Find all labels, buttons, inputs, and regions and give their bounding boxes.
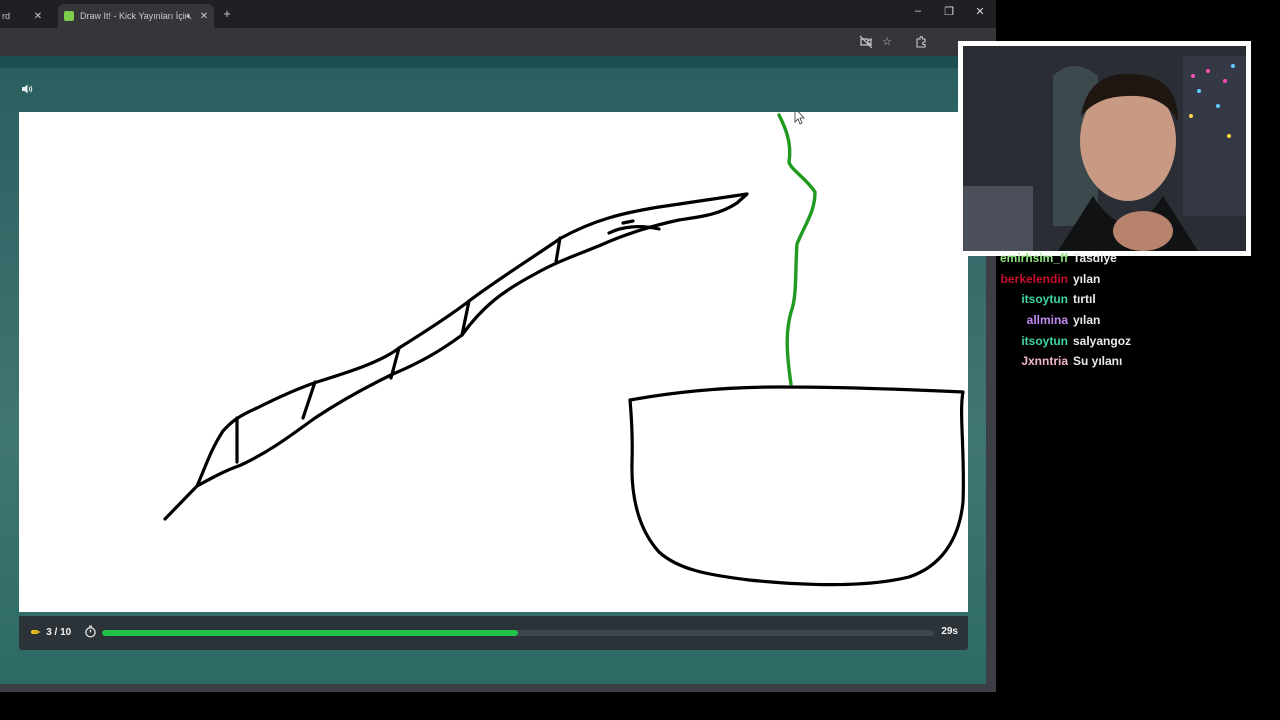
round-label: 3 / 10 — [46, 627, 72, 638]
chat-message: itsoytun salyangoz — [988, 330, 1278, 351]
close-icon[interactable]: ✕ — [32, 11, 44, 22]
camera-off-icon[interactable] — [859, 35, 873, 49]
close-icon[interactable]: ✕ — [198, 11, 210, 22]
round-counter: ✏ 3 / 10 — [31, 626, 71, 639]
chat-username[interactable]: itsoytun — [988, 334, 1068, 348]
browser-window: rd ✕ Draw It! - Kick Yayınları İçin 🔇︎ ✕… — [0, 0, 996, 692]
chat-text: yılan — [1073, 271, 1101, 286]
browser-toolbar: ☆ — [0, 28, 996, 56]
chat-username[interactable]: allmina — [988, 313, 1068, 327]
chat-text: yılan — [1073, 313, 1101, 328]
stopwatch-icon — [83, 625, 97, 639]
timer-fill — [102, 630, 518, 636]
seconds-left: 29s — [941, 626, 958, 637]
tab-title: Draw It! - Kick Yayınları İçin — [80, 11, 187, 21]
screen: rd ✕ Draw It! - Kick Yayınları İçin 🔇︎ ✕… — [0, 0, 1280, 720]
round-progress-bar: ✏ 3 / 10 29s — [19, 616, 968, 650]
chat-message: itsoytun tırtıl — [988, 289, 1278, 310]
chat-text: tırtıl — [1073, 292, 1096, 307]
chat-text: Su yılanı — [1073, 354, 1123, 369]
minimize-button[interactable]: – — [908, 5, 928, 17]
page-header-strip — [0, 56, 986, 68]
drawing-strokes — [163, 112, 966, 587]
pencil-icon: ✏ — [31, 627, 41, 639]
chat-message: allmina yılan — [988, 310, 1278, 331]
new-tab-button[interactable]: + — [220, 6, 234, 21]
cursor-icon — [794, 112, 805, 125]
game-page: ✏ 3 / 10 29s — [0, 56, 986, 684]
chat-panel: emirhsim_ff Tasdiye berkelendin yılan itsoyt… — [988, 248, 1278, 372]
chat-username[interactable]: Jxnntria — [988, 354, 1068, 368]
bookmark-star-icon[interactable]: ☆ — [880, 35, 894, 49]
webcam-feed — [963, 46, 1246, 251]
muted-icon[interactable]: 🔇︎ — [186, 11, 192, 22]
chat-message: Jxnntria Su yılanı — [988, 351, 1278, 372]
favicon-icon — [64, 11, 74, 21]
timer-track — [102, 630, 934, 636]
chat-message: berkelendin yılan — [988, 269, 1278, 290]
chat-username[interactable]: itsoytun — [988, 292, 1068, 306]
chat-text: Tasdiye — [1073, 251, 1117, 266]
webcam-overlay — [958, 41, 1251, 256]
chat-username[interactable]: emirhsim_ff — [988, 251, 1068, 265]
chat-message: emirhsim_ff Tasdiye — [988, 248, 1278, 269]
extensions-icon[interactable] — [914, 35, 928, 49]
stroke-bowl — [628, 385, 966, 587]
tab-draw-it[interactable]: Draw It! - Kick Yayınları İçin 🔇︎ ✕ — [58, 4, 214, 28]
stroke-snake-body — [163, 192, 749, 521]
tab-previous[interactable]: rd ✕ — [0, 4, 56, 28]
tab-strip: rd ✕ Draw It! - Kick Yayınları İçin 🔇︎ ✕… — [0, 0, 996, 28]
speaker-icon[interactable] — [18, 82, 36, 100]
tab-title: rd — [2, 11, 11, 21]
restore-button[interactable]: ❐ — [939, 5, 959, 18]
close-window-button[interactable]: ✕ — [970, 5, 990, 18]
stroke-green-water — [777, 113, 817, 386]
chat-text: salyangoz — [1073, 333, 1132, 348]
chat-username[interactable]: berkelendin — [988, 272, 1068, 286]
drawing-canvas[interactable] — [19, 112, 968, 612]
